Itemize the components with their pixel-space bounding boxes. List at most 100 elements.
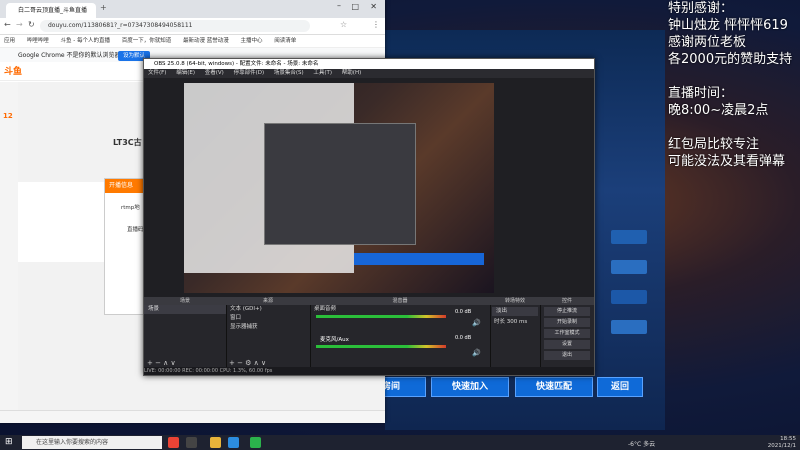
transitions-header: 转场特效 — [490, 297, 540, 305]
wechat-taskbar-icon[interactable] — [250, 437, 261, 448]
taskbar-search[interactable]: 在这里输入你要搜索的内容 — [22, 436, 162, 449]
bookmark-item[interactable]: 哔哩哔哩 — [27, 38, 49, 44]
scenes-header: 场景 — [144, 297, 226, 305]
douyu-logo[interactable]: 斗鱼 — [4, 64, 34, 77]
overlay-spacer — [668, 68, 800, 85]
obs-taskbar-icon[interactable] — [186, 437, 197, 448]
controls-header: 控件 — [540, 297, 594, 305]
live-label: LT3C古 — [113, 138, 142, 147]
obs-preview[interactable] — [184, 83, 494, 293]
overlay-spacer — [668, 119, 800, 136]
source-item[interactable]: 窗口 — [226, 314, 310, 323]
app-taskbar-icon[interactable] — [228, 437, 239, 448]
weather-widget[interactable]: -6°C 多云 — [628, 439, 655, 448]
game-side-button[interactable] — [611, 290, 647, 304]
overlay-line: 可能没法及其看弹幕 — [668, 154, 786, 169]
obs-menu-item[interactable]: 编辑(E) — [176, 70, 195, 76]
browser-status-area — [0, 410, 385, 423]
taskbar: ⊞ 在这里输入你要搜索的内容 18:55 2021/12/1 — [0, 435, 800, 450]
transitions-dock: 转场特效 淡出 时长 300 ms — [490, 297, 541, 375]
preview-obs-recursion — [264, 123, 416, 245]
new-tab-icon[interactable]: + — [100, 3, 107, 12]
back-icon[interactable]: ← — [4, 20, 11, 29]
audio-meter — [316, 345, 446, 348]
overlay-line: 钟山烛龙 怦怦怦619 — [668, 18, 788, 33]
scene-controls[interactable]: + − ∧ ∨ — [147, 359, 176, 367]
speaker-icon[interactable]: 🔊 — [472, 349, 481, 357]
source-item[interactable]: 显示器捕获 — [226, 323, 310, 332]
overlay-line: 红包局比较专注 — [668, 137, 760, 152]
bookmark-item[interactable]: 斗鱼 - 每个人的直播 — [61, 38, 110, 44]
menu-icon[interactable]: ⋮ — [372, 20, 380, 29]
close-icon[interactable]: ✕ — [370, 2, 377, 11]
infobar-text: Google Chrome 不是你的默认浏览器 — [18, 52, 121, 59]
studio-mode-button[interactable]: 工作室模式 — [544, 329, 590, 338]
obs-menu-item[interactable]: 停靠部件(D) — [234, 70, 265, 76]
maximize-icon[interactable]: □ — [351, 2, 359, 11]
windows-start-icon[interactable]: ⊞ — [5, 437, 13, 447]
bookmark-item[interactable]: 主播中心 — [241, 38, 263, 44]
obs-statusbar: LIVE: 00:00:00 REC: 00:00:00 CPU: 1.3%, … — [144, 367, 594, 375]
source-controls[interactable]: + − ⚙ ∧ ∨ — [229, 359, 266, 367]
controls-dock: 控件 停止推流 开始录制 工作室模式 设置 退出 — [540, 297, 594, 375]
bookmark-item[interactable]: 应用 — [4, 38, 15, 44]
tab-bar: 白二哥云顶直播_斗鱼直播 + ✕ □ – — [0, 0, 385, 18]
obs-menu-item[interactable]: 帮助(H) — [342, 70, 361, 76]
mixer-track-db: 0.0 dB — [455, 335, 472, 341]
sources-dock: 来源 文本 (GDI+) 窗口 显示器捕获 + − ⚙ ∧ ∨ — [226, 297, 311, 375]
obs-docks: 场景 场景 + − ∧ ∨ 来源 文本 (GDI+) 窗口 显示器捕获 + − … — [144, 297, 594, 375]
bookmarks-bar: 应用 哔哩哔哩 斗鱼 - 每个人的直播 百度一下，你就知道 最新动漫 蓝誉动漫 … — [0, 35, 385, 48]
audio-meter — [316, 315, 446, 318]
address-bar-row: ← → ↻ douyu.com/11380681?_r=073473084940… — [0, 18, 385, 35]
reload-icon[interactable]: ↻ — [28, 20, 35, 29]
overlay-line: 晚8:00~凌晨2点 — [668, 103, 769, 118]
clock-date: 2021/12/1 — [767, 442, 796, 449]
overlay-line: 各2000元的赞助支持 — [668, 52, 793, 67]
obs-title: OBS 25.0.8 (64-bit, windows) - 配置文件: 未命名… — [144, 59, 594, 69]
bookmark-item[interactable]: 最新动漫 蓝誉动漫 — [183, 38, 229, 44]
obs-menubar: 文件(F) 编辑(E) 查看(V) 停靠部件(D) 场景集合(S) 工具(T) … — [144, 69, 594, 78]
scene-item[interactable]: 场景 — [144, 305, 226, 314]
duration-row: 时长 300 ms — [490, 318, 540, 327]
stream-overlay-text: 特别感谢： 钟山烛龙 怦怦怦619 感谢两位老板 各2000元的赞助支持 直播时… — [668, 0, 800, 170]
forward-icon[interactable]: → — [16, 20, 23, 29]
game-side-button[interactable] — [611, 260, 647, 274]
chrome-taskbar-icon[interactable] — [168, 437, 179, 448]
star-icon[interactable]: ☆ — [340, 20, 347, 29]
game-side-button[interactable] — [611, 320, 647, 334]
duration-field[interactable]: 300 ms — [507, 319, 527, 325]
back-button[interactable]: 返回 — [597, 377, 643, 397]
sources-header: 来源 — [226, 297, 310, 305]
mixer-header: 混音器 — [310, 297, 490, 305]
speaker-icon[interactable]: 🔊 — [472, 319, 481, 327]
exit-button[interactable]: 退出 — [544, 351, 590, 360]
mixer-dock: 混音器 桌面音频 0.0 dB 麦克风/Aux 0.0 dB 🔊 🔊 — [310, 297, 491, 375]
quick-match-button[interactable]: 快速匹配 — [515, 377, 593, 397]
duration-label: 时长 — [494, 319, 506, 325]
explorer-taskbar-icon[interactable] — [210, 437, 221, 448]
url-field[interactable]: douyu.com/11380681?_r=07347308494058111 — [40, 20, 310, 32]
obs-menu-item[interactable]: 文件(F) — [148, 70, 166, 76]
overlay-line: 直播时间： — [668, 86, 734, 101]
browser-tab[interactable]: 白二哥云顶直播_斗鱼直播 — [6, 3, 96, 18]
scenes-dock: 场景 场景 + − ∧ ∨ — [144, 297, 227, 375]
start-recording-button[interactable]: 开始录制 — [544, 318, 590, 327]
settings-button[interactable]: 设置 — [544, 340, 590, 349]
mixer-track-db: 0.0 dB — [455, 309, 472, 315]
stop-streaming-button[interactable]: 停止推流 — [544, 307, 590, 316]
source-item[interactable]: 文本 (GDI+) — [226, 305, 310, 314]
transition-select[interactable]: 淡出 — [492, 307, 538, 316]
obs-menu-item[interactable]: 场景集合(S) — [274, 70, 304, 76]
preview-game-buttons — [354, 253, 484, 265]
game-side-button[interactable] — [611, 230, 647, 244]
obs-menu-item[interactable]: 工具(T) — [313, 70, 332, 76]
minimize-icon[interactable]: – — [337, 1, 341, 10]
mixer-track-name: 麦克风/Aux — [320, 337, 349, 343]
system-tray-clock[interactable]: 18:55 2021/12/1 — [768, 436, 796, 449]
douyu-sidebar: 12 — [0, 82, 18, 412]
bookmark-item[interactable]: 百度一下，你就知道 — [122, 38, 172, 44]
quick-join-button[interactable]: 快速加入 — [431, 377, 509, 397]
obs-window: OBS 25.0.8 (64-bit, windows) - 配置文件: 未命名… — [143, 58, 595, 376]
bookmark-item[interactable]: 阅读清单 — [274, 38, 296, 44]
obs-menu-item[interactable]: 查看(V) — [205, 70, 224, 76]
